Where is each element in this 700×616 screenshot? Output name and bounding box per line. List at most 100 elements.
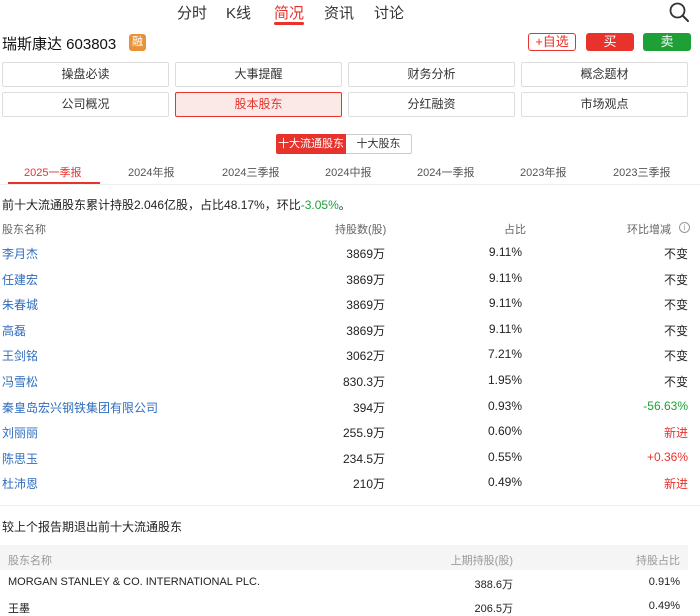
share-change: 新进 [663, 477, 688, 492]
share-percent: 9.11% [488, 321, 522, 336]
shareholder-name[interactable]: 李月杰 [2, 245, 38, 262]
header-pct: 占比 [504, 224, 526, 236]
tab-jiankuang[interactable]: 简况 [274, 2, 304, 23]
share-change: 不变 [663, 323, 688, 338]
summary-change: -3.05% [300, 198, 339, 212]
menu-gainian[interactable]: 概念题材 [521, 62, 688, 87]
active-tab-underline [274, 22, 304, 25]
share-change: 不变 [663, 375, 688, 389]
shareholder-name[interactable]: 杜沛恩 [2, 475, 38, 492]
period-divider [0, 184, 700, 185]
sell-button[interactable]: 卖 [643, 33, 691, 51]
shares-held: 255.9万 [342, 426, 385, 441]
header-shares: 持股数(股) [335, 224, 387, 236]
shareholder-name[interactable]: 任建宏 [2, 271, 38, 288]
buy-button[interactable]: 买 [586, 33, 634, 51]
period-tab-2024q3[interactable]: 2024三季报 [222, 164, 279, 180]
menu-dashi[interactable]: 大事提醒 [175, 62, 342, 87]
share-percent: 9.11% [488, 245, 522, 259]
exit-header-prev: 上期持股(股) [450, 555, 513, 567]
exit-table-row[interactable]: MORGAN STANLEY & CO. INTERNATIONAL PLC. 3… [0, 576, 688, 598]
tab-kline[interactable]: K线 [226, 2, 251, 23]
exit-header-name: 股东名称 [8, 555, 52, 567]
share-percent: 7.21% [487, 347, 522, 362]
header-change: 环比增减 [627, 224, 671, 236]
toggle-top10[interactable]: 十大股东 [346, 134, 412, 154]
period-tab-2025q1[interactable]: 2025一季报 [24, 164, 81, 180]
table-row[interactable]: 冯雪松 830.3万 1.95% 不变 [0, 373, 700, 398]
table-row[interactable]: 李月杰 3869万 9.11% 不变 [0, 245, 700, 270]
exit-table-header: 股东名称 上期持股(股) 持股占比 [0, 545, 688, 570]
section-divider [0, 505, 700, 506]
shares-held: 210万 [352, 477, 385, 492]
menu-shichang[interactable]: 市场观点 [521, 92, 688, 117]
table-row[interactable]: 刘丽丽 255.9万 0.60% 新进 [0, 424, 700, 449]
exit-prev-shares: 388.6万 [474, 579, 513, 591]
summary-text: 前十大流通股东累计持股2.046亿股，占比48.17%，环比 [2, 198, 301, 212]
search-icon[interactable] [668, 1, 690, 23]
shares-held: 3062万 [346, 349, 385, 364]
menu-gongsi[interactable]: 公司概况 [2, 92, 169, 117]
share-change: 不变 [663, 349, 688, 364]
table-row[interactable]: 王剑铭 3062万 7.21% 不变 [0, 347, 700, 372]
toggle-top10-float[interactable]: 十大流通股东 [276, 134, 346, 154]
shareholder-name[interactable]: 冯雪松 [2, 373, 38, 390]
share-percent: 9.11% [488, 296, 522, 311]
share-percent: 0.60% [487, 424, 522, 439]
exit-header-pct: 持股占比 [636, 555, 680, 567]
shareholder-name[interactable]: 朱春城 [2, 296, 38, 313]
share-percent: 0.55% [487, 449, 522, 464]
margin-badge: 融 [129, 34, 146, 51]
exit-shareholder-name: MORGAN STANLEY & CO. INTERNATIONAL PLC. [8, 576, 261, 588]
menu-caopan[interactable]: 操盘必读 [2, 62, 169, 87]
table-row[interactable]: 任建宏 3869万 9.11% 不变 [0, 271, 700, 296]
tab-fenshi[interactable]: 分时 [177, 2, 207, 23]
share-change: 新进 [663, 426, 688, 441]
exit-share-percent: 0.91% [648, 576, 680, 588]
menu-caiwu[interactable]: 财务分析 [348, 62, 515, 87]
exit-prev-shares: 206.5万 [474, 603, 513, 615]
menu-guben[interactable]: 股本股东 [175, 92, 342, 117]
exit-table-row[interactable]: 王墨 206.5万 0.49% [0, 600, 688, 616]
info-icon[interactable]: i [679, 222, 690, 233]
header-name: 股东名称 [2, 224, 46, 236]
holding-summary: 前十大流通股东累计持股2.046亿股，占比48.17%，环比-3.05%。 [2, 196, 351, 213]
table-row[interactable]: 朱春城 3869万 9.11% 不变 [0, 296, 700, 321]
shareholder-name[interactable]: 高磊 [2, 322, 26, 339]
table-row[interactable]: 高磊 3869万 9.11% 不变 [0, 322, 700, 347]
share-percent: 9.11% [488, 270, 522, 285]
period-tab-2024annual[interactable]: 2024年报 [128, 164, 174, 180]
table-row[interactable]: 杜沛恩 210万 0.49% 新进 [0, 475, 700, 500]
table-row[interactable]: 秦皇岛宏兴钢铁集团有限公司 394万 0.93% -56.63% [0, 399, 700, 424]
menu-fenhong[interactable]: 分红融资 [348, 92, 515, 117]
shares-held: 3869万 [346, 298, 385, 313]
period-tab-2024mid[interactable]: 2024中报 [325, 164, 371, 180]
share-percent: 1.95% [487, 373, 522, 387]
exit-share-percent: 0.49% [648, 600, 680, 612]
shares-held: 3869万 [346, 272, 385, 287]
top-nav: 分时 K线 简况 资讯 讨论 [0, 0, 700, 26]
share-change: 不变 [663, 247, 688, 261]
exit-shareholder-name: 王墨 [8, 603, 30, 615]
tab-zixun[interactable]: 资讯 [324, 2, 354, 23]
shares-held: 3869万 [346, 323, 385, 338]
tab-taolun[interactable]: 讨论 [374, 2, 404, 23]
share-change: 不变 [663, 298, 688, 313]
exit-section-title: 较上个报告期退出前十大流通股东 [2, 520, 183, 534]
period-tab-2023annual[interactable]: 2023年报 [520, 164, 566, 180]
shares-held: 3869万 [346, 247, 385, 261]
table-row[interactable]: 陈思玉 234.5万 0.55% +0.36% [0, 450, 700, 475]
shareholder-name[interactable]: 刘丽丽 [2, 424, 38, 441]
share-change: +0.36% [646, 449, 688, 464]
shares-held: 234.5万 [342, 451, 385, 466]
stock-name-code: 瑞斯康达 603803 [2, 36, 117, 53]
shareholder-name[interactable]: 秦皇岛宏兴钢铁集团有限公司 [2, 399, 158, 416]
shares-held: 394万 [352, 400, 385, 415]
shareholder-name[interactable]: 王剑铭 [2, 347, 38, 364]
add-watchlist-button[interactable]: +自选 [528, 33, 576, 51]
share-change: 不变 [663, 272, 688, 287]
period-tab-2023q3[interactable]: 2023三季报 [613, 164, 670, 180]
shareholder-name[interactable]: 陈思玉 [2, 450, 38, 467]
period-tab-2024q1[interactable]: 2024一季报 [417, 164, 474, 180]
share-change: -56.63% [643, 398, 688, 413]
